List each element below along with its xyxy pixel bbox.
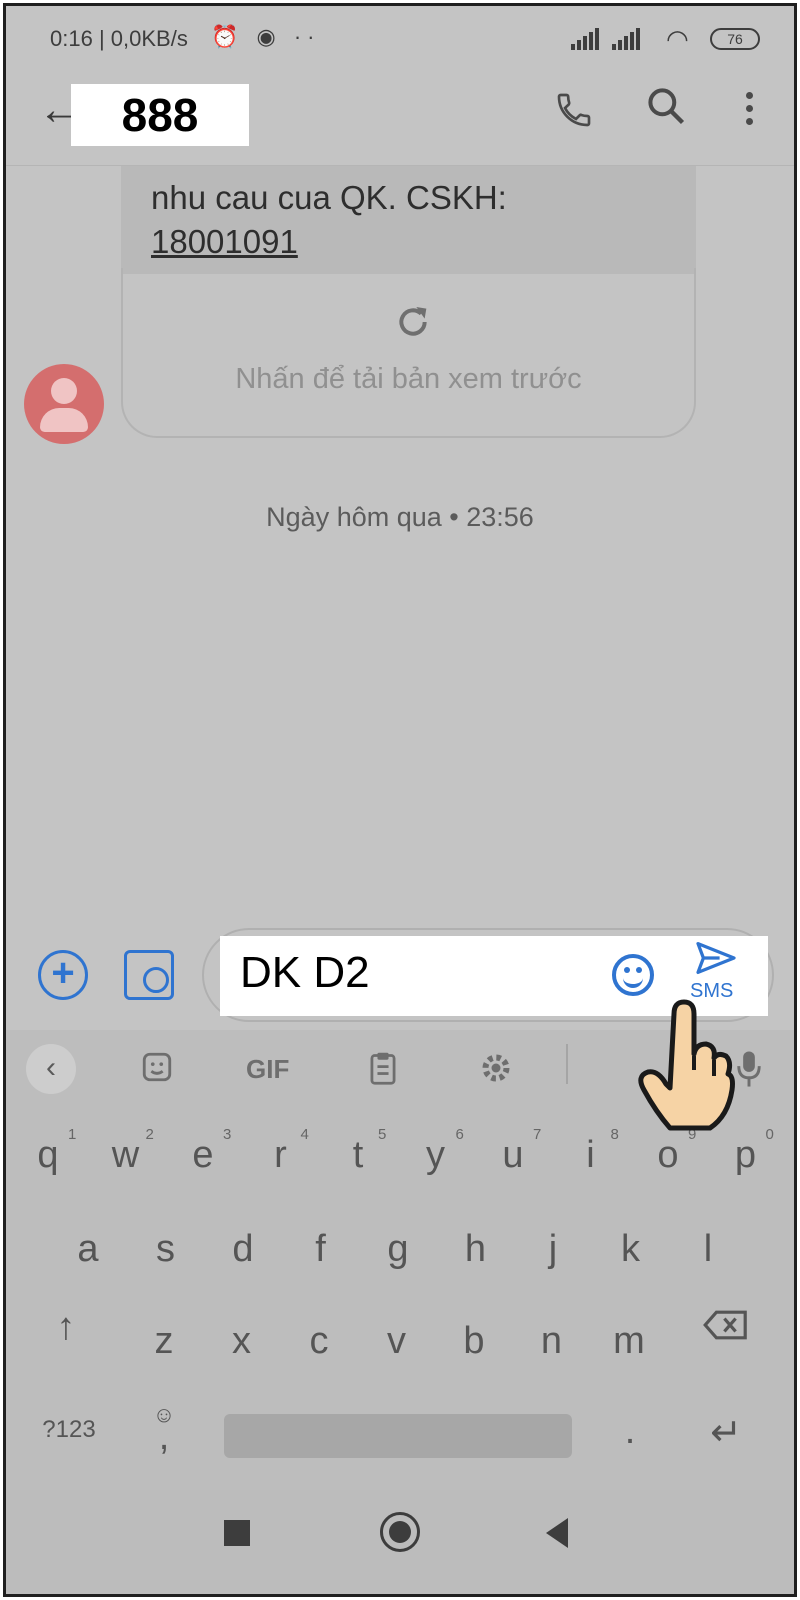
preview-label: Nhấn để tải bản xem trước (235, 363, 582, 395)
key-v[interactable]: v (367, 1320, 427, 1363)
key-number-hint: 8 (610, 1126, 619, 1143)
link-preview-card[interactable]: Nhấn để tải bản xem trước (121, 268, 696, 438)
key-number-hint: 7 (533, 1126, 542, 1143)
toolbar-divider (566, 1044, 568, 1084)
battery-icon: 76 (710, 28, 760, 50)
key-d[interactable]: d (213, 1228, 273, 1271)
message-bubble: nhu cau cua QK. CSKH: 18001091 (121, 166, 696, 274)
home-icon[interactable] (380, 1512, 420, 1552)
key-number-hint: 0 (765, 1126, 774, 1143)
key-number-hint: 4 (300, 1126, 309, 1143)
hotline-link[interactable]: 18001091 (151, 223, 298, 260)
emoji-icon[interactable] (612, 954, 654, 996)
pointing-hand-icon (626, 996, 736, 1136)
screen-frame: 0:16 | 0,0KB/s ⏰ ◉ ·· ◠ 76 ← 888 nhu cau… (3, 3, 797, 1597)
nav-back-icon[interactable] (546, 1518, 568, 1548)
avatar-body (40, 408, 88, 432)
status-bar: 0:16 | 0,0KB/s ⏰ ◉ ·· ◠ 76 (6, 6, 794, 70)
signal-icon-2 (612, 28, 642, 50)
message-input[interactable]: DK D2 (240, 948, 370, 998)
avatar-head (51, 378, 77, 404)
app-bar: ← 888 (6, 70, 794, 166)
status-time-and-speed: 0:16 | 0,0KB/s (50, 26, 188, 51)
settings-gear-icon[interactable] (478, 1050, 514, 1093)
navigation-bar (6, 1490, 794, 1594)
key-f[interactable]: f (291, 1228, 351, 1271)
key-number-hint: 2 (145, 1126, 154, 1143)
key-z[interactable]: z (134, 1320, 194, 1363)
key-number-hint: 5 (378, 1126, 387, 1143)
contact-avatar[interactable] (24, 364, 104, 444)
more-options-icon[interactable] (746, 92, 754, 131)
battery-level: 76 (727, 31, 743, 47)
key-b[interactable]: b (444, 1320, 504, 1363)
send-icon[interactable] (694, 940, 738, 985)
phone-icon[interactable] (554, 90, 594, 139)
backspace-key-icon[interactable] (696, 1308, 756, 1351)
key-l[interactable]: l (678, 1228, 738, 1271)
shift-key-icon[interactable]: ↑ (36, 1306, 96, 1349)
gallery-icon[interactable] (124, 950, 174, 1000)
key-j[interactable]: j (523, 1228, 583, 1271)
key-number-hint: 3 (223, 1126, 232, 1143)
key-number-hint: 6 (455, 1126, 464, 1143)
recent-apps-icon[interactable] (224, 1520, 250, 1546)
key-g[interactable]: g (368, 1228, 428, 1271)
key-k[interactable]: k (601, 1228, 661, 1271)
key-h[interactable]: h (446, 1228, 506, 1271)
clipboard-icon[interactable] (366, 1050, 400, 1093)
keyboard-back-icon[interactable]: ‹ (26, 1044, 76, 1094)
status-extra-icons: ⏰ ◉ ·· (211, 24, 321, 49)
microphone-icon[interactable] (734, 1050, 764, 1095)
status-time: 0:16 (50, 26, 93, 51)
key-m[interactable]: m (599, 1320, 659, 1363)
key-number-hint: 1 (68, 1126, 77, 1143)
gif-button[interactable]: GIF (246, 1054, 289, 1085)
network-speed: 0,0KB/s (110, 26, 188, 51)
comma-key[interactable]: , (134, 1416, 194, 1459)
key-x[interactable]: x (212, 1320, 272, 1363)
signal-icon (571, 28, 601, 50)
conversation-title: 888 (71, 84, 249, 146)
message-timestamp: Ngày hôm qua • 23:56 (266, 502, 534, 532)
key-c[interactable]: c (289, 1320, 349, 1363)
wifi-icon: ◠ (666, 24, 689, 54)
symbols-key[interactable]: ?123 (32, 1416, 106, 1444)
sticker-icon[interactable] (140, 1050, 174, 1091)
message-text: nhu cau cua QK. CSKH: 18001091 (151, 176, 507, 264)
key-a[interactable]: a (58, 1228, 118, 1271)
period-key[interactable]: . (600, 1410, 660, 1453)
enter-key-icon[interactable]: ↵ (696, 1410, 756, 1455)
key-n[interactable]: n (522, 1320, 582, 1363)
refresh-icon (393, 302, 433, 352)
add-attachment-icon[interactable]: + (38, 950, 88, 1000)
message-line: nhu cau cua QK. CSKH: (151, 179, 507, 216)
key-s[interactable]: s (136, 1228, 196, 1271)
spacebar[interactable] (224, 1414, 572, 1458)
search-icon[interactable] (644, 84, 692, 132)
